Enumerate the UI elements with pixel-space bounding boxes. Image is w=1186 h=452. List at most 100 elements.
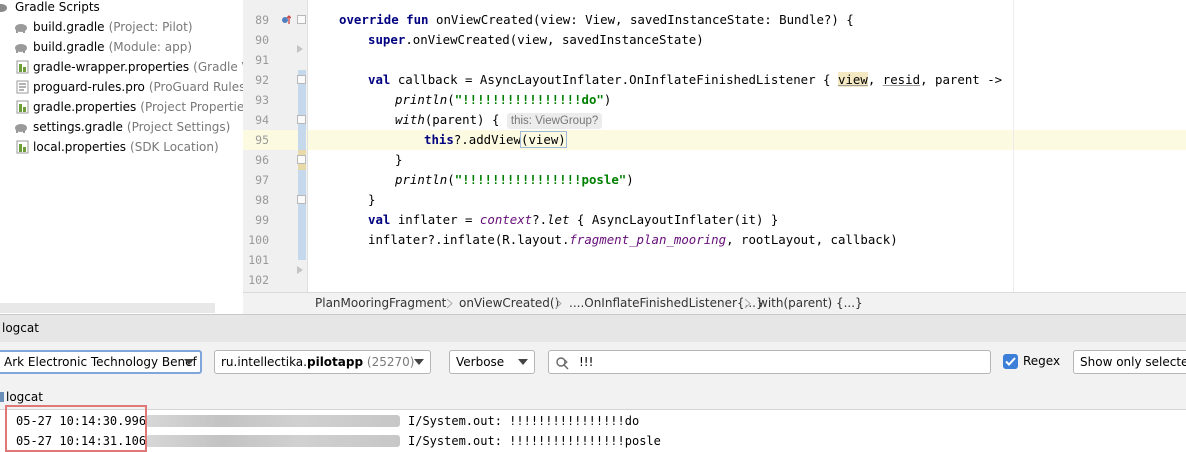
- process-select[interactable]: ru.intellectika.pilotapp (25270): [214, 350, 431, 374]
- tree-item-hint: (SDK Location): [130, 140, 219, 154]
- code-text: inflater?.inflate(R.layout.: [368, 232, 570, 247]
- right-margin-guide: [1013, 0, 1014, 292]
- line-number: 91: [255, 53, 269, 67]
- code-text: callback = AsyncLayoutInflater.OnInflate…: [390, 72, 838, 87]
- code-line-100[interactable]: inflater?.inflate(R.layout.fragment_plan…: [368, 230, 898, 250]
- checkmark-icon: [1005, 357, 1016, 366]
- logcat-tab-icon: [0, 392, 4, 402]
- chevron-down-icon: [414, 359, 424, 365]
- tree-item-hint: (ProGuard Rules for: [148, 80, 243, 94]
- line-number: 97: [255, 173, 269, 187]
- chevron-right-icon: [446, 298, 453, 309]
- filter-select-value: Show only selected a: [1080, 355, 1186, 369]
- tree-horizontal-scrollbar[interactable]: [0, 303, 215, 313]
- gradle-scripts-icon: [0, 4, 7, 12]
- code-line-95[interactable]: this?.addView(view): [424, 130, 567, 150]
- filter-select[interactable]: Show only selected a: [1073, 350, 1186, 374]
- properties-file-icon: [16, 60, 29, 74]
- logcat-panel-header: logcat: [0, 314, 1186, 342]
- panel-title: logcat: [2, 321, 39, 335]
- code-line-96[interactable]: }: [395, 150, 402, 170]
- chevron-down-icon: [184, 359, 194, 365]
- code-line-94[interactable]: with(parent) { this: ViewGroup?: [395, 110, 603, 130]
- code-text: ?.: [532, 212, 548, 227]
- code-line-89[interactable]: override fun onViewCreated(view: View, s…: [339, 10, 854, 30]
- tree-item-label: build.gradle: [33, 20, 105, 34]
- breadcrumb-item[interactable]: with(parent) {...}: [758, 293, 863, 314]
- line-number: 92: [255, 73, 269, 87]
- code-text: ,: [867, 72, 883, 87]
- gradle-elephant-icon: [15, 44, 27, 53]
- properties-file-icon: [16, 140, 29, 154]
- tree-item-hint: (Module: app): [108, 40, 193, 54]
- tree-item-hint: (Gradle Versio: [193, 60, 243, 74]
- code-line-92[interactable]: val callback = AsyncLayoutInflater.OnInf…: [368, 70, 1002, 90]
- property-ref: context: [479, 212, 533, 227]
- tree-item-hint: (Project Settings): [126, 120, 231, 134]
- tree-item-label: proguard-rules.pro: [33, 80, 145, 94]
- code-text: , rootLayout, callback): [726, 232, 898, 247]
- tree-item-label: gradle.properties: [33, 100, 137, 114]
- search-input[interactable]: !!!: [579, 351, 593, 373]
- breadcrumb-item[interactable]: onViewCreated(): [459, 293, 559, 314]
- code-line-98[interactable]: }: [368, 190, 375, 210]
- code-text: ) }: [755, 212, 779, 227]
- search-icon: [556, 357, 569, 370]
- fold-toggle[interactable]: [297, 115, 306, 124]
- resource-ref: fragment_plan_mooring: [569, 232, 727, 247]
- fold-toggle[interactable]: [297, 75, 306, 84]
- code-text: ): [626, 172, 634, 187]
- fold-toggle[interactable]: [297, 195, 306, 204]
- tab-logcat[interactable]: logcat: [6, 390, 43, 404]
- function-call: println: [395, 92, 448, 107]
- code-text: .onViewCreated(view, savedInstanceState): [405, 32, 704, 47]
- line-number: 90: [255, 33, 269, 47]
- device-select[interactable]: Ark Electronic Technology Benef: [0, 350, 202, 374]
- keyword: this: [424, 132, 454, 147]
- function-call: println: [395, 172, 448, 187]
- annotation-highlight-box: [5, 405, 147, 452]
- log-message: !!!!!!!!!!!!!!!!do: [509, 414, 640, 428]
- redacted-region: [146, 435, 400, 447]
- log-entry-message: I/System.out: !!!!!!!!!!!!!!!!posle: [408, 431, 661, 451]
- code-line-97[interactable]: println("!!!!!!!!!!!!!!!!posle"): [395, 170, 634, 190]
- fold-arrow-icon[interactable]: [297, 266, 303, 274]
- code-line-93[interactable]: println("!!!!!!!!!!!!!!!!do"): [395, 90, 611, 110]
- log-level-select[interactable]: Verbose: [449, 350, 535, 374]
- lambda-param-resid: resid: [882, 72, 921, 87]
- code-text: (: [447, 172, 455, 187]
- code-line-99[interactable]: val inflater = context?.let { AsyncLayou…: [368, 210, 778, 230]
- tree-item-hint: (Project: Pilot): [108, 20, 193, 34]
- log-search-field[interactable]: !!!: [548, 350, 991, 374]
- fold-toggle[interactable]: [297, 155, 306, 164]
- tree-item-label: build.gradle: [33, 40, 105, 54]
- line-number: 94: [255, 113, 269, 127]
- code-line-90[interactable]: super.onViewCreated(view, savedInstanceS…: [368, 30, 704, 50]
- chevron-down-icon: [518, 359, 528, 365]
- breadcrumb: PlanMooringFragment onViewCreated() ....…: [243, 292, 1186, 314]
- fold-toggle[interactable]: [297, 15, 306, 24]
- redacted-region: [146, 415, 400, 427]
- log-output[interactable]: 05-27 10:14:30.996 I/System.out: !!!!!!!…: [0, 410, 1186, 452]
- breadcrumb-item[interactable]: ....OnInflateFinishedListener{...}: [569, 293, 764, 314]
- log-tag: I/System.out:: [408, 414, 502, 428]
- inlay-type-hint: this: ViewGroup?: [506, 113, 603, 129]
- fold-arrow-icon[interactable]: [297, 45, 303, 53]
- proguard-file-icon: [16, 80, 29, 94]
- implicit-it: it: [741, 212, 756, 227]
- code-editor[interactable]: 89 90 91 92 93 94 95 96 97 98 99 100 101…: [243, 0, 1186, 292]
- logcat-toolbar: Ark Electronic Technology Benef ru.intel…: [0, 342, 1186, 384]
- code-text: ): [603, 92, 612, 107]
- tree-item-label: local.properties: [33, 140, 127, 154]
- keyword: override fun: [339, 12, 429, 27]
- tree-item-label: settings.gradle: [33, 120, 123, 134]
- code-text: inflater =: [390, 212, 480, 227]
- line-number: 89: [255, 13, 269, 27]
- code-text: onViewCreated(view: View, savedInstanceS…: [428, 12, 854, 27]
- regex-checkbox[interactable]: [1003, 354, 1018, 369]
- breadcrumb-item[interactable]: PlanMooringFragment: [315, 293, 446, 314]
- function-call: let: [547, 212, 570, 227]
- override-gutter-icon[interactable]: [281, 15, 291, 25]
- string-literal: "!!!!!!!!!!!!!!!!do": [454, 92, 604, 107]
- log-tag: I/System.out:: [408, 434, 502, 448]
